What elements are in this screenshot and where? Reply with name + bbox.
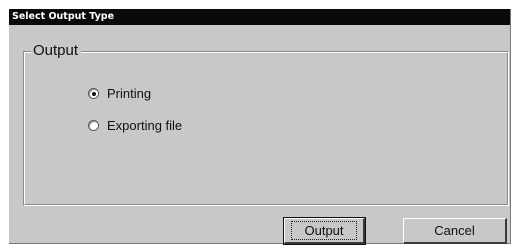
- output-button[interactable]: Output: [283, 217, 366, 245]
- exporting-file-radio-button[interactable]: [88, 120, 99, 131]
- output-group-label: Output: [31, 42, 82, 60]
- select-output-type-dialog: Select Output Type Output Printing Expor…: [9, 9, 511, 245]
- radio-option-printing[interactable]: Printing: [88, 86, 151, 101]
- cancel-button[interactable]: Cancel: [403, 218, 507, 244]
- exporting-file-label: Exporting file: [107, 118, 183, 133]
- dialog-title: Select Output Type: [12, 11, 115, 22]
- cancel-button-label: Cancel: [434, 223, 475, 238]
- radio-option-exporting-file[interactable]: Exporting file: [88, 118, 182, 133]
- printing-radio-button[interactable]: [88, 88, 99, 99]
- output-button-label: Output: [291, 221, 357, 240]
- dialog-title-bar[interactable]: Select Output Type: [9, 9, 510, 25]
- printing-label: Printing: [107, 86, 152, 101]
- radio-selected-dot: [91, 91, 96, 96]
